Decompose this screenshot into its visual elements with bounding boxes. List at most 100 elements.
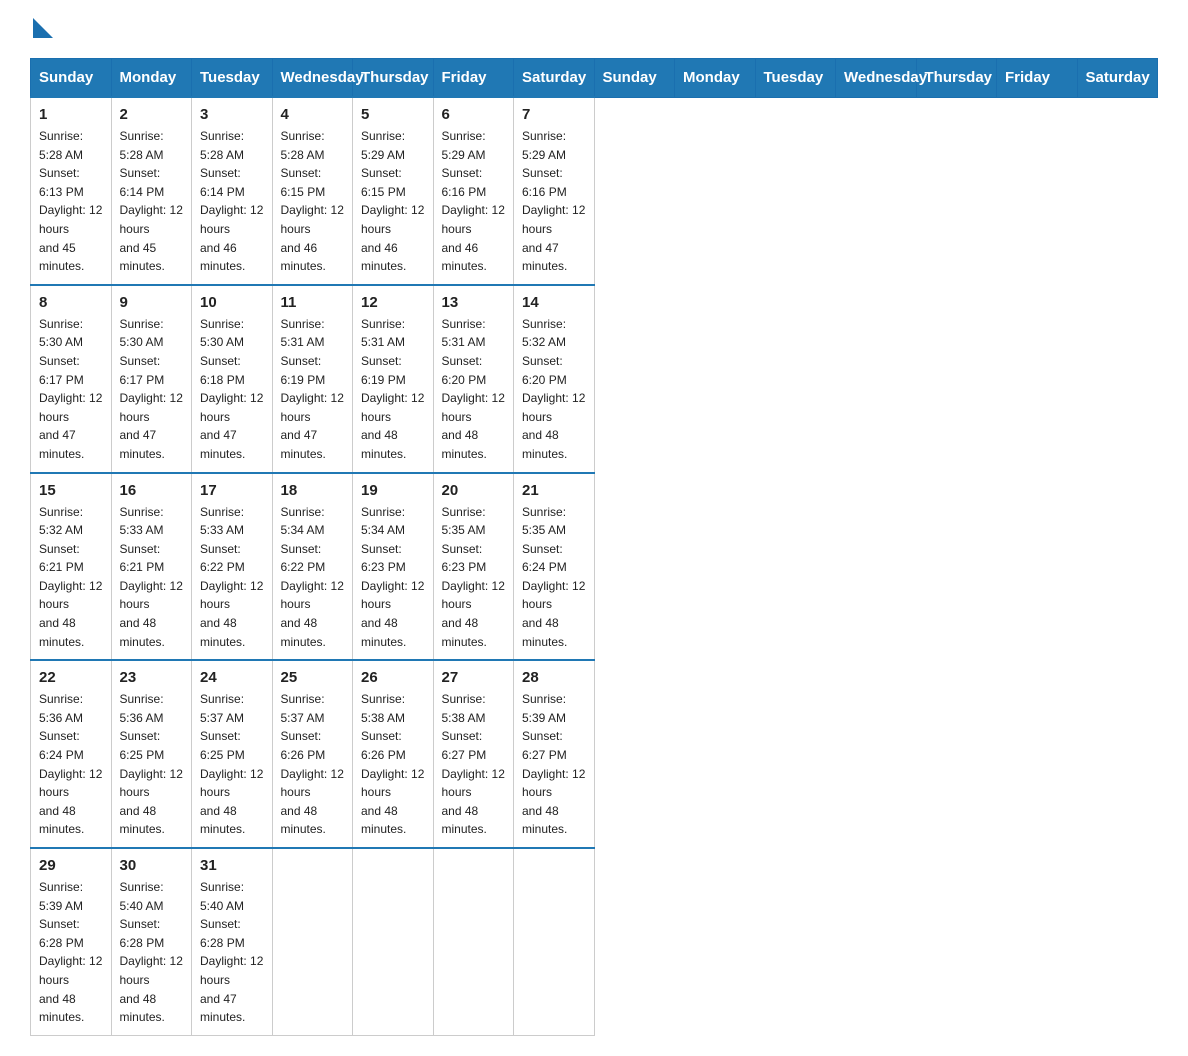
day-info: Sunrise: 5:30 AMSunset: 6:17 PMDaylight:…	[39, 315, 103, 464]
calendar-table: SundayMondayTuesdayWednesdayThursdayFrid…	[30, 58, 1158, 1036]
day-number: 11	[281, 294, 345, 311]
day-info: Sunrise: 5:35 AMSunset: 6:24 PMDaylight:…	[522, 503, 586, 652]
day-info: Sunrise: 5:31 AMSunset: 6:19 PMDaylight:…	[281, 315, 345, 464]
day-info: Sunrise: 5:40 AMSunset: 6:28 PMDaylight:…	[120, 878, 184, 1027]
day-number: 20	[442, 482, 506, 499]
day-number: 1	[39, 106, 103, 123]
calendar-week-row: 22 Sunrise: 5:36 AMSunset: 6:24 PMDaylig…	[31, 660, 1158, 848]
calendar-cell: 4 Sunrise: 5:28 AMSunset: 6:15 PMDayligh…	[272, 97, 353, 285]
day-number: 3	[200, 106, 264, 123]
calendar-cell: 23 Sunrise: 5:36 AMSunset: 6:25 PMDaylig…	[111, 660, 192, 848]
calendar-cell: 25 Sunrise: 5:37 AMSunset: 6:26 PMDaylig…	[272, 660, 353, 848]
column-header-sunday: Sunday	[594, 59, 675, 98]
calendar-cell: 1 Sunrise: 5:28 AMSunset: 6:13 PMDayligh…	[31, 97, 112, 285]
day-info: Sunrise: 5:32 AMSunset: 6:21 PMDaylight:…	[39, 503, 103, 652]
day-number: 19	[361, 482, 425, 499]
column-header-monday: Monday	[111, 59, 192, 98]
day-info: Sunrise: 5:36 AMSunset: 6:24 PMDaylight:…	[39, 690, 103, 839]
calendar-cell: 31 Sunrise: 5:40 AMSunset: 6:28 PMDaylig…	[192, 848, 273, 1035]
day-number: 31	[200, 857, 264, 874]
day-info: Sunrise: 5:33 AMSunset: 6:22 PMDaylight:…	[200, 503, 264, 652]
day-number: 30	[120, 857, 184, 874]
day-number: 12	[361, 294, 425, 311]
day-info: Sunrise: 5:36 AMSunset: 6:25 PMDaylight:…	[120, 690, 184, 839]
day-info: Sunrise: 5:34 AMSunset: 6:22 PMDaylight:…	[281, 503, 345, 652]
day-number: 9	[120, 294, 184, 311]
calendar-cell: 27 Sunrise: 5:38 AMSunset: 6:27 PMDaylig…	[433, 660, 514, 848]
day-info: Sunrise: 5:33 AMSunset: 6:21 PMDaylight:…	[120, 503, 184, 652]
calendar-cell: 11 Sunrise: 5:31 AMSunset: 6:19 PMDaylig…	[272, 285, 353, 473]
day-info: Sunrise: 5:39 AMSunset: 6:27 PMDaylight:…	[522, 690, 586, 839]
calendar-cell: 13 Sunrise: 5:31 AMSunset: 6:20 PMDaylig…	[433, 285, 514, 473]
calendar-week-row: 29 Sunrise: 5:39 AMSunset: 6:28 PMDaylig…	[31, 848, 1158, 1035]
day-number: 22	[39, 669, 103, 686]
logo	[30, 20, 53, 38]
column-header-friday: Friday	[433, 59, 514, 98]
logo-arrow-icon	[33, 18, 53, 38]
calendar-cell: 3 Sunrise: 5:28 AMSunset: 6:14 PMDayligh…	[192, 97, 273, 285]
calendar-week-row: 15 Sunrise: 5:32 AMSunset: 6:21 PMDaylig…	[31, 473, 1158, 661]
day-number: 14	[522, 294, 586, 311]
column-header-wednesday: Wednesday	[836, 59, 917, 98]
calendar-cell: 28 Sunrise: 5:39 AMSunset: 6:27 PMDaylig…	[514, 660, 595, 848]
calendar-cell: 20 Sunrise: 5:35 AMSunset: 6:23 PMDaylig…	[433, 473, 514, 661]
calendar-cell: 6 Sunrise: 5:29 AMSunset: 6:16 PMDayligh…	[433, 97, 514, 285]
day-info: Sunrise: 5:31 AMSunset: 6:20 PMDaylight:…	[442, 315, 506, 464]
day-number: 15	[39, 482, 103, 499]
day-number: 7	[522, 106, 586, 123]
day-number: 17	[200, 482, 264, 499]
calendar-cell	[514, 848, 595, 1035]
day-number: 8	[39, 294, 103, 311]
calendar-cell: 2 Sunrise: 5:28 AMSunset: 6:14 PMDayligh…	[111, 97, 192, 285]
column-header-saturday: Saturday	[514, 59, 595, 98]
day-info: Sunrise: 5:34 AMSunset: 6:23 PMDaylight:…	[361, 503, 425, 652]
calendar-cell: 9 Sunrise: 5:30 AMSunset: 6:17 PMDayligh…	[111, 285, 192, 473]
calendar-cell: 29 Sunrise: 5:39 AMSunset: 6:28 PMDaylig…	[31, 848, 112, 1035]
calendar-cell: 24 Sunrise: 5:37 AMSunset: 6:25 PMDaylig…	[192, 660, 273, 848]
day-info: Sunrise: 5:37 AMSunset: 6:26 PMDaylight:…	[281, 690, 345, 839]
day-number: 13	[442, 294, 506, 311]
calendar-cell: 12 Sunrise: 5:31 AMSunset: 6:19 PMDaylig…	[353, 285, 434, 473]
calendar-cell: 21 Sunrise: 5:35 AMSunset: 6:24 PMDaylig…	[514, 473, 595, 661]
calendar-week-row: 8 Sunrise: 5:30 AMSunset: 6:17 PMDayligh…	[31, 285, 1158, 473]
day-info: Sunrise: 5:30 AMSunset: 6:18 PMDaylight:…	[200, 315, 264, 464]
calendar-cell: 26 Sunrise: 5:38 AMSunset: 6:26 PMDaylig…	[353, 660, 434, 848]
day-number: 26	[361, 669, 425, 686]
calendar-cell: 19 Sunrise: 5:34 AMSunset: 6:23 PMDaylig…	[353, 473, 434, 661]
day-number: 27	[442, 669, 506, 686]
calendar-cell: 22 Sunrise: 5:36 AMSunset: 6:24 PMDaylig…	[31, 660, 112, 848]
day-number: 18	[281, 482, 345, 499]
column-header-monday: Monday	[675, 59, 756, 98]
column-header-sunday: Sunday	[31, 59, 112, 98]
calendar-cell: 14 Sunrise: 5:32 AMSunset: 6:20 PMDaylig…	[514, 285, 595, 473]
day-number: 10	[200, 294, 264, 311]
day-number: 5	[361, 106, 425, 123]
day-info: Sunrise: 5:37 AMSunset: 6:25 PMDaylight:…	[200, 690, 264, 839]
day-info: Sunrise: 5:30 AMSunset: 6:17 PMDaylight:…	[120, 315, 184, 464]
calendar-cell	[353, 848, 434, 1035]
day-info: Sunrise: 5:40 AMSunset: 6:28 PMDaylight:…	[200, 878, 264, 1027]
day-info: Sunrise: 5:28 AMSunset: 6:14 PMDaylight:…	[200, 127, 264, 276]
calendar-cell	[433, 848, 514, 1035]
calendar-cell: 17 Sunrise: 5:33 AMSunset: 6:22 PMDaylig…	[192, 473, 273, 661]
day-number: 24	[200, 669, 264, 686]
calendar-cell: 30 Sunrise: 5:40 AMSunset: 6:28 PMDaylig…	[111, 848, 192, 1035]
day-number: 28	[522, 669, 586, 686]
calendar-header-row: SundayMondayTuesdayWednesdayThursdayFrid…	[31, 59, 1158, 98]
calendar-week-row: 1 Sunrise: 5:28 AMSunset: 6:13 PMDayligh…	[31, 97, 1158, 285]
day-info: Sunrise: 5:28 AMSunset: 6:13 PMDaylight:…	[39, 127, 103, 276]
day-info: Sunrise: 5:35 AMSunset: 6:23 PMDaylight:…	[442, 503, 506, 652]
day-info: Sunrise: 5:29 AMSunset: 6:16 PMDaylight:…	[442, 127, 506, 276]
day-number: 29	[39, 857, 103, 874]
calendar-cell	[272, 848, 353, 1035]
day-info: Sunrise: 5:31 AMSunset: 6:19 PMDaylight:…	[361, 315, 425, 464]
calendar-cell: 8 Sunrise: 5:30 AMSunset: 6:17 PMDayligh…	[31, 285, 112, 473]
calendar-cell: 5 Sunrise: 5:29 AMSunset: 6:15 PMDayligh…	[353, 97, 434, 285]
day-info: Sunrise: 5:32 AMSunset: 6:20 PMDaylight:…	[522, 315, 586, 464]
column-header-tuesday: Tuesday	[755, 59, 836, 98]
day-number: 16	[120, 482, 184, 499]
day-info: Sunrise: 5:38 AMSunset: 6:27 PMDaylight:…	[442, 690, 506, 839]
day-number: 6	[442, 106, 506, 123]
column-header-wednesday: Wednesday	[272, 59, 353, 98]
day-info: Sunrise: 5:38 AMSunset: 6:26 PMDaylight:…	[361, 690, 425, 839]
